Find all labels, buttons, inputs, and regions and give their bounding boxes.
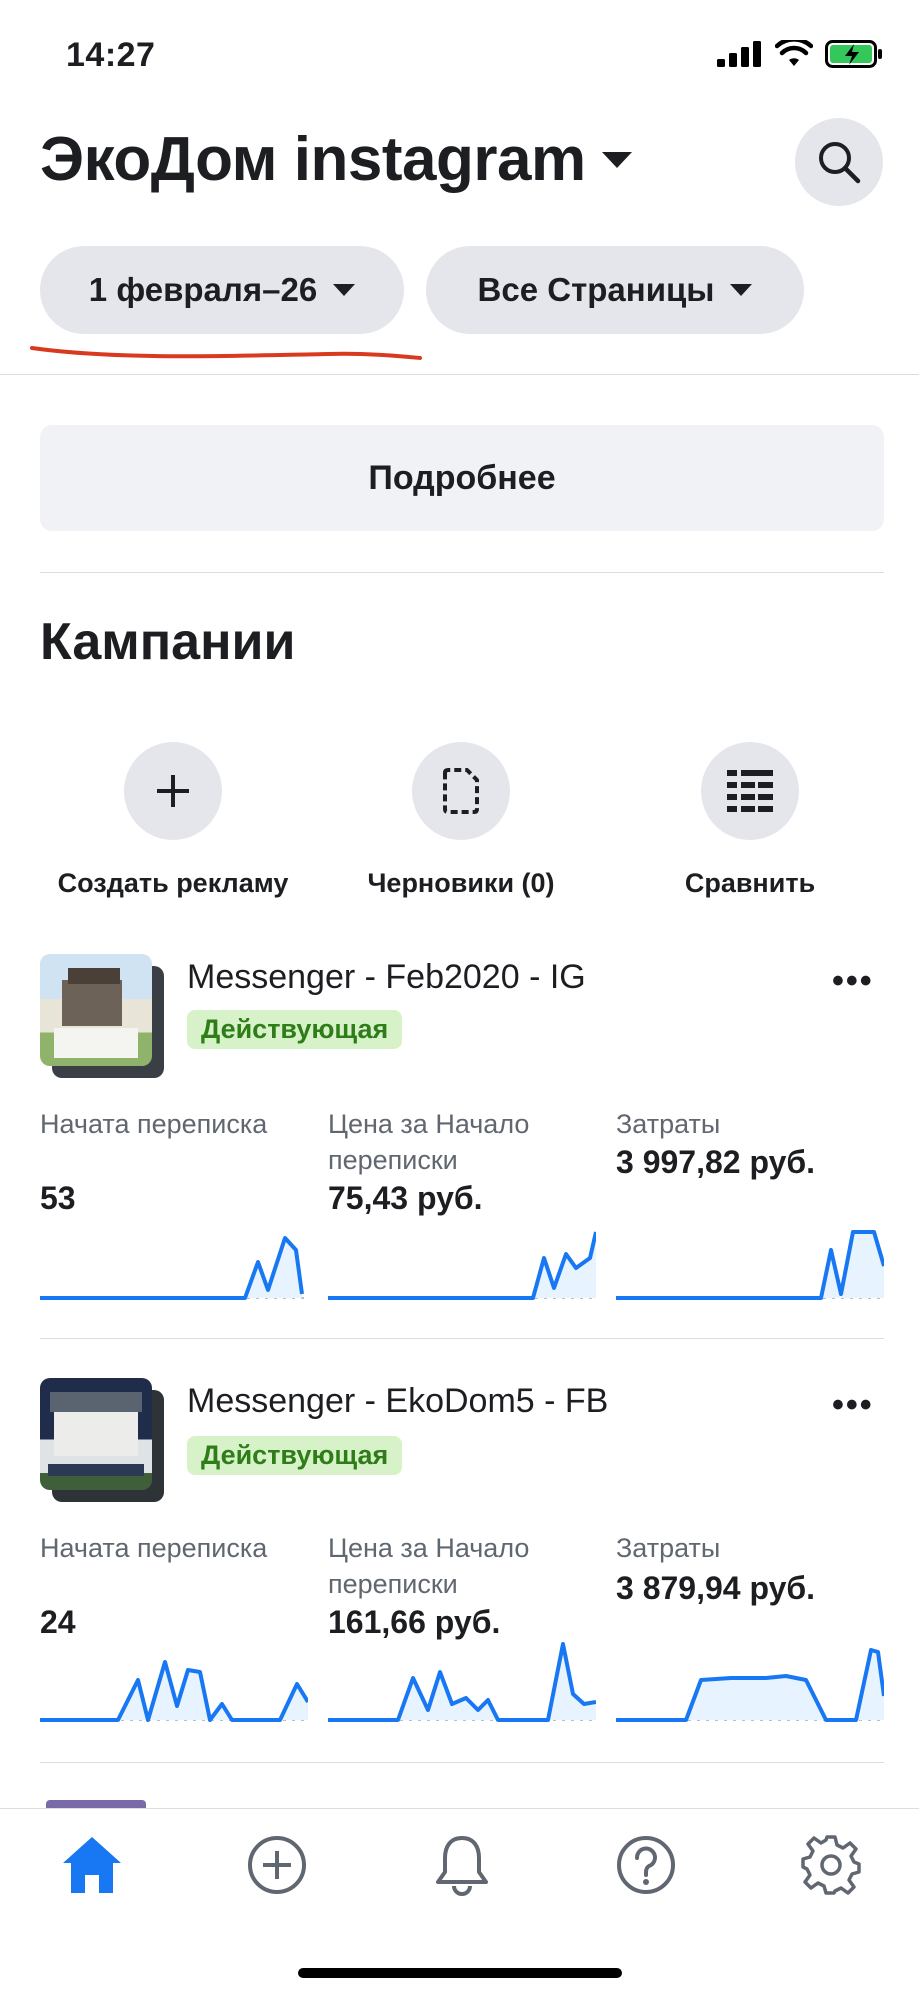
drafts-button[interactable]: Черновики (0): [331, 742, 591, 899]
divider: [40, 1762, 884, 1763]
sparkline-chart: [328, 1642, 596, 1722]
status-icons: [717, 40, 883, 68]
metric-label: Начата переписка: [40, 1109, 268, 1139]
status-time: 14:27: [66, 36, 156, 74]
divider: [40, 572, 884, 573]
metric-label: Начата переписка: [40, 1533, 268, 1563]
date-range-filter[interactable]: 1 февраля–26: [40, 246, 404, 334]
campaign-thumbnail[interactable]: [40, 954, 168, 1082]
status-badge: Действующая: [187, 1010, 403, 1049]
sparkline-chart: [616, 1648, 884, 1722]
campaign-name[interactable]: Messenger - Feb2020 - IG: [187, 958, 586, 997]
help-icon[interactable]: [614, 1833, 678, 1897]
more-details-button[interactable]: Подробнее: [40, 425, 884, 531]
metric-label: Цена за Начало переписки: [328, 1109, 530, 1175]
metric-label: Затраты: [616, 1109, 721, 1139]
document-icon: [412, 742, 510, 840]
compare-button[interactable]: Сравнить: [620, 742, 880, 899]
more-options-icon[interactable]: •••: [832, 1386, 874, 1425]
pages-filter[interactable]: Все Страницы: [426, 246, 804, 334]
sparkline-chart: [40, 1660, 308, 1722]
create-ad-label: Создать рекламу: [57, 868, 289, 898]
caret-down-icon: [333, 284, 356, 296]
next-campaign-thumbnail-edge: [46, 1800, 146, 1808]
list-icon: [701, 742, 799, 840]
create-ad-button[interactable]: Создать рекламу: [43, 742, 303, 899]
divider: [40, 1338, 884, 1339]
red-underline-annotation: [30, 346, 422, 360]
home-icon[interactable]: [60, 1833, 124, 1897]
metric-label: Цена за Начало переписки: [328, 1533, 530, 1599]
sparkline-chart: [616, 1230, 884, 1300]
bell-icon[interactable]: [430, 1833, 494, 1897]
search-icon: [819, 142, 861, 184]
sparkline-chart: [40, 1236, 308, 1300]
campaign-thumbnail[interactable]: [40, 1378, 168, 1506]
pages-filter-label: Все Страницы: [477, 271, 715, 308]
metric-label: Затраты: [616, 1533, 721, 1563]
search-button[interactable]: [795, 118, 883, 206]
compare-label: Сравнить: [684, 868, 816, 898]
sparkline-chart: [328, 1231, 596, 1300]
chevron-down-icon: [601, 151, 632, 168]
caret-down-icon: [730, 284, 753, 296]
more-options-icon[interactable]: •••: [832, 962, 874, 1001]
battery-charging-icon: [825, 40, 882, 68]
home-indicator: [298, 1968, 622, 1978]
metric-value: 3 997,82 руб.: [616, 1144, 816, 1180]
page-title: ЭкоДом instagram: [40, 125, 586, 194]
account-selector[interactable]: ЭкоДом instagram: [40, 124, 632, 195]
campaigns-title: Кампании: [40, 613, 296, 671]
divider: [0, 374, 919, 375]
wifi-icon: [775, 40, 813, 66]
status-badge: Действующая: [187, 1436, 403, 1475]
plus-circle-icon[interactable]: [245, 1833, 309, 1897]
plus-icon: [124, 742, 222, 840]
metric-value: 3 879,94 руб.: [616, 1570, 816, 1606]
campaign-name[interactable]: Messenger - EkoDom5 - FB: [187, 1382, 608, 1421]
settings-icon[interactable]: [799, 1833, 863, 1897]
drafts-label: Черновики (0): [367, 868, 555, 898]
signal-icon: [717, 41, 761, 67]
date-range-label: 1 февраля–26: [88, 271, 318, 308]
